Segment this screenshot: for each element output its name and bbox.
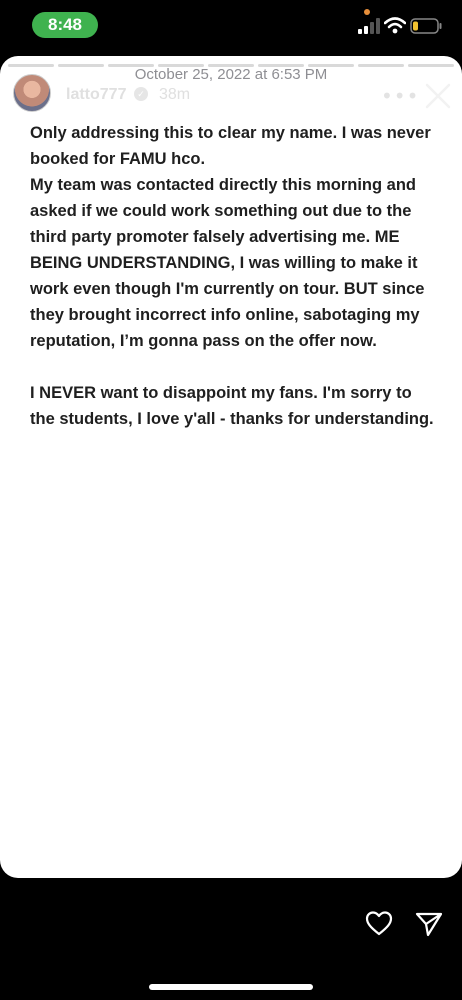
verified-badge-icon: ✓ — [134, 87, 148, 101]
battery-icon — [410, 18, 442, 34]
send-icon[interactable] — [415, 911, 443, 937]
home-indicator[interactable] — [149, 984, 313, 990]
close-icon[interactable] — [424, 82, 452, 110]
post-paragraph: Only addressing this to clear my name. I… — [30, 124, 431, 350]
post-text: Only addressing this to clear my name. I… — [30, 120, 438, 432]
avatar[interactable] — [13, 74, 51, 112]
username[interactable]: latto777 — [66, 86, 126, 104]
status-time: 8:48 — [32, 12, 98, 38]
wifi-icon — [384, 17, 406, 34]
more-options-icon[interactable]: ••• — [381, 84, 419, 108]
status-bar: 8:48 — [0, 0, 462, 52]
post-date: October 25, 2022 at 6:53 PM — [134, 66, 328, 83]
privacy-indicator-dot — [364, 9, 370, 15]
cellular-signal-icon — [358, 18, 380, 34]
story-card: October 25, 2022 at 6:53 PM latto777 ✓ 3… — [0, 56, 462, 878]
post-paragraph: I NEVER want to disappoint my fans. I'm … — [30, 384, 434, 428]
heart-icon[interactable] — [365, 910, 393, 936]
time-ago: 38m — [159, 86, 191, 103]
